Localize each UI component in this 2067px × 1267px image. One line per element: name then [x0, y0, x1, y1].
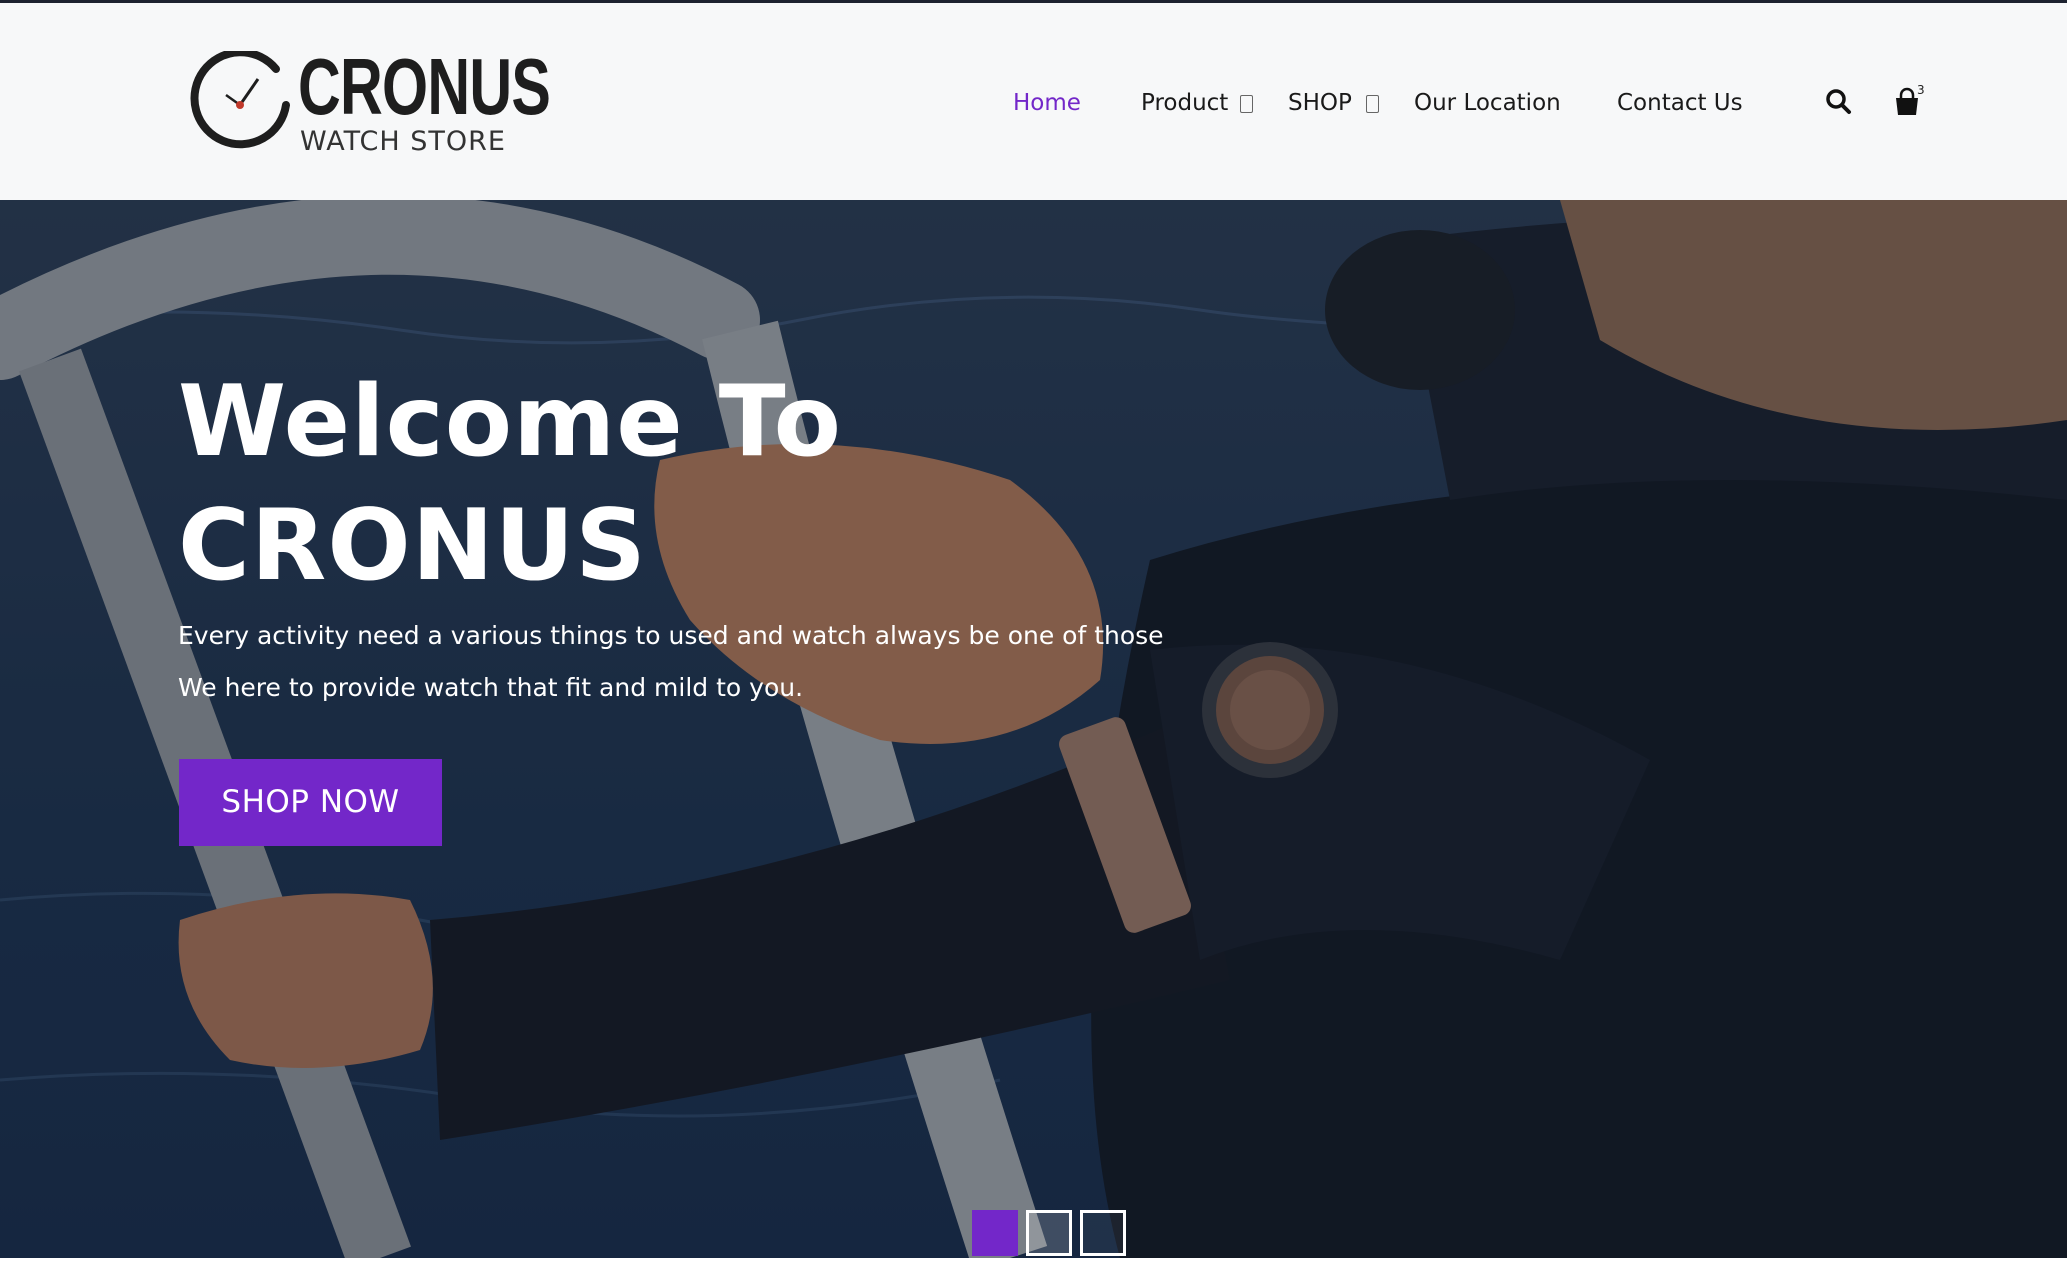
hero-title-line-1: Welcome To [178, 365, 842, 479]
shop-dropdown-icon[interactable] [1366, 95, 1379, 113]
hero-text-line-2: We here to provide watch that fit and mi… [178, 673, 804, 702]
hero-description: Every activity need a various things to … [178, 610, 1278, 714]
nav-contact-us[interactable]: Contact Us [1617, 85, 1743, 121]
nav-shop[interactable]: SHOP [1288, 85, 1352, 121]
hero-text-line-1: Every activity need a various things to … [178, 621, 1164, 650]
site-header: CRONUS WATCH STORE Home Product SHOP Our… [0, 3, 2067, 200]
hero-title: Welcome To CRONUS [178, 360, 1078, 608]
shop-now-button[interactable]: SHOP NOW [179, 759, 442, 846]
search-icon[interactable] [1822, 85, 1856, 119]
page-bottom-edge [0, 1258, 2067, 1267]
logo-subtitle: WATCH STORE [300, 126, 506, 157]
slide-dot-3[interactable] [1080, 1210, 1126, 1256]
nav-product[interactable]: Product [1141, 85, 1228, 121]
hero-banner: Welcome To CRONUS Every activity need a … [0, 200, 2067, 1258]
cart-count-badge: 3 [1917, 83, 1925, 97]
diver-hero-image [0, 200, 2067, 1258]
slide-dot-1[interactable] [972, 1210, 1018, 1256]
product-dropdown-icon[interactable] [1240, 95, 1253, 113]
slide-dot-2[interactable] [1026, 1210, 1072, 1256]
hero-title-line-2: CRONUS [178, 489, 647, 603]
nav-our-location[interactable]: Our Location [1414, 85, 1561, 121]
nav-home[interactable]: Home [1013, 85, 1081, 121]
main-nav: Home Product SHOP Our Location Contact U… [0, 85, 2067, 125]
